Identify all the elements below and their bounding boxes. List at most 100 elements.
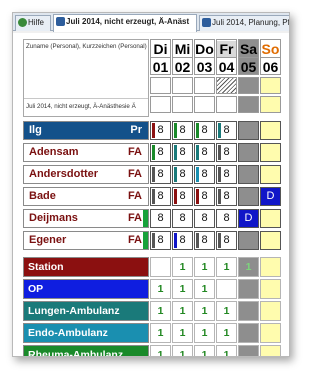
shift-cell[interactable]: 8 — [150, 165, 171, 184]
shift-cell[interactable]: D — [260, 187, 281, 206]
shift-cell[interactable]: 8 — [194, 121, 215, 140]
dept-station[interactable]: Station — [23, 257, 149, 277]
header-cell — [150, 96, 171, 113]
dept-count-cell[interactable] — [260, 279, 281, 299]
header-cell — [238, 96, 259, 113]
day-header[interactable]: Sa 05 — [238, 39, 259, 75]
dept-count-cell[interactable]: 1 — [238, 257, 259, 277]
dept-count-cell[interactable] — [260, 257, 281, 277]
shift-cell[interactable]: 8 — [194, 209, 215, 228]
staff-name: Bade — [29, 190, 56, 202]
dept-count-cell[interactable] — [216, 279, 237, 299]
shift-cell[interactable]: 8 — [172, 165, 193, 184]
shift-cell[interactable] — [238, 143, 259, 162]
tab-plan-anaesthesie[interactable]: Juli 2014, nicht erzeugt, Ä-Anäst — [53, 14, 197, 32]
shift-cell[interactable] — [260, 143, 281, 162]
staff-row-egener[interactable]: Egener FA — [23, 231, 149, 250]
dept-count-cell[interactable]: 1 — [194, 345, 215, 356]
shift-cell[interactable] — [238, 231, 259, 250]
dept-lungen-ambulanz[interactable]: Lungen-Ambulanz — [23, 301, 149, 321]
shift-cell[interactable]: 8 — [172, 187, 193, 206]
shift-cell[interactable]: 8 — [216, 231, 237, 250]
dept-count-cell[interactable] — [238, 301, 259, 321]
staff-row-bade[interactable]: Bade FA — [23, 187, 149, 206]
shift-cell[interactable]: 8 — [150, 209, 171, 228]
shift-cell[interactable] — [260, 231, 281, 250]
tab-plan-pflege[interactable]: Juli 2014, Planung, Pfl — [199, 15, 289, 31]
staff-role: FA — [127, 212, 142, 224]
dept-count-cell[interactable]: 1 — [172, 301, 193, 321]
shift-cell[interactable]: 8 — [216, 143, 237, 162]
dept-op[interactable]: OP — [23, 279, 149, 299]
shift-cell[interactable]: 8 — [150, 121, 171, 140]
header-cell — [238, 77, 259, 94]
dept-count-cell[interactable]: 1 — [216, 345, 237, 356]
staff-row-andersdotter[interactable]: Andersdotter FA — [23, 165, 149, 184]
header-cell — [172, 77, 193, 94]
dept-count-cell[interactable]: 1 — [172, 323, 193, 343]
header-cell — [260, 96, 281, 113]
staff-row-deijmans[interactable]: Deijmans FA — [23, 209, 149, 228]
dept-count-cell[interactable] — [260, 345, 281, 356]
shift-cell[interactable] — [260, 121, 281, 140]
shift-cell[interactable] — [260, 165, 281, 184]
shift-cell[interactable]: 8 — [172, 209, 193, 228]
shift-cell[interactable] — [260, 209, 281, 228]
dept-count-cell[interactable]: 1 — [172, 345, 193, 356]
dept-rheuma-ambulanz[interactable]: Rheuma-Ambulanz — [23, 345, 149, 357]
tab-help[interactable]: Hilfe — [15, 15, 51, 31]
day-header[interactable]: Fr 04 — [216, 39, 237, 75]
dept-count-cell[interactable]: 1 — [216, 301, 237, 321]
dept-count-cell[interactable]: 1 — [172, 257, 193, 277]
shift-cell[interactable]: 8 — [194, 165, 215, 184]
day-header[interactable]: Mi 02 — [172, 39, 193, 75]
shift-cell[interactable]: 8 — [216, 121, 237, 140]
dept-count-cell[interactable]: 1 — [216, 323, 237, 343]
column-header-box: Zuname (Personal), Kurzzeichen (Personal… — [23, 39, 149, 117]
dept-label: OP — [28, 283, 44, 295]
dept-count-cell[interactable] — [238, 323, 259, 343]
dept-label: Lungen-Ambulanz — [28, 305, 120, 317]
shift-cell[interactable]: 8 — [216, 165, 237, 184]
shift-cell[interactable]: 8 — [194, 143, 215, 162]
dept-count-cell[interactable]: 1 — [194, 279, 215, 299]
shift-cell[interactable]: 8 — [216, 209, 237, 228]
dept-count-cell[interactable] — [238, 345, 259, 356]
shift-cell[interactable]: 8 — [172, 231, 193, 250]
dept-count-cell[interactable] — [260, 301, 281, 321]
staff-name: Deijmans — [29, 212, 78, 224]
shift-cell[interactable]: 8 — [172, 143, 193, 162]
dept-count-cell[interactable] — [150, 257, 171, 277]
dept-count-cell[interactable]: 1 — [150, 323, 171, 343]
dept-count-cell[interactable]: 1 — [150, 345, 171, 356]
shift-cell[interactable]: 8 — [150, 187, 171, 206]
dept-count-cell[interactable]: 1 — [216, 257, 237, 277]
dept-count-cell[interactable]: 1 — [194, 257, 215, 277]
dept-count-cell[interactable]: 1 — [194, 323, 215, 343]
staff-role: Pr — [130, 124, 142, 136]
day-header[interactable]: Di 01 — [150, 39, 171, 75]
dept-endo-ambulanz[interactable]: Endo-Ambulanz — [23, 323, 149, 343]
tab-strip: Hilfe Juli 2014, nicht erzeugt, Ä-Anäst … — [13, 13, 289, 32]
shift-cell[interactable] — [238, 165, 259, 184]
shift-cell[interactable] — [238, 187, 259, 206]
dept-count-cell[interactable]: 1 — [150, 301, 171, 321]
staff-row-adensam[interactable]: Adensam FA — [23, 143, 149, 162]
shift-cell[interactable]: 8 — [172, 121, 193, 140]
staff-row-ilg[interactable]: Ilg Pr — [23, 121, 149, 140]
dept-count-cell[interactable] — [260, 323, 281, 343]
day-header[interactable]: Do 03 — [194, 39, 215, 75]
shift-cell[interactable]: D — [238, 209, 259, 228]
shift-cell[interactable]: 8 — [194, 231, 215, 250]
dept-count-cell[interactable]: 1 — [172, 279, 193, 299]
shift-cell[interactable]: 8 — [194, 187, 215, 206]
dept-label: Rheuma-Ambulanz — [28, 349, 124, 357]
dept-count-cell[interactable]: 1 — [194, 301, 215, 321]
shift-cell[interactable]: 8 — [216, 187, 237, 206]
day-header[interactable]: So 06 — [260, 39, 281, 75]
dept-count-cell[interactable] — [238, 279, 259, 299]
shift-cell[interactable] — [238, 121, 259, 140]
dept-count-cell[interactable]: 1 — [150, 279, 171, 299]
shift-cell[interactable]: 8 — [150, 231, 171, 250]
shift-cell[interactable]: 8 — [150, 143, 171, 162]
